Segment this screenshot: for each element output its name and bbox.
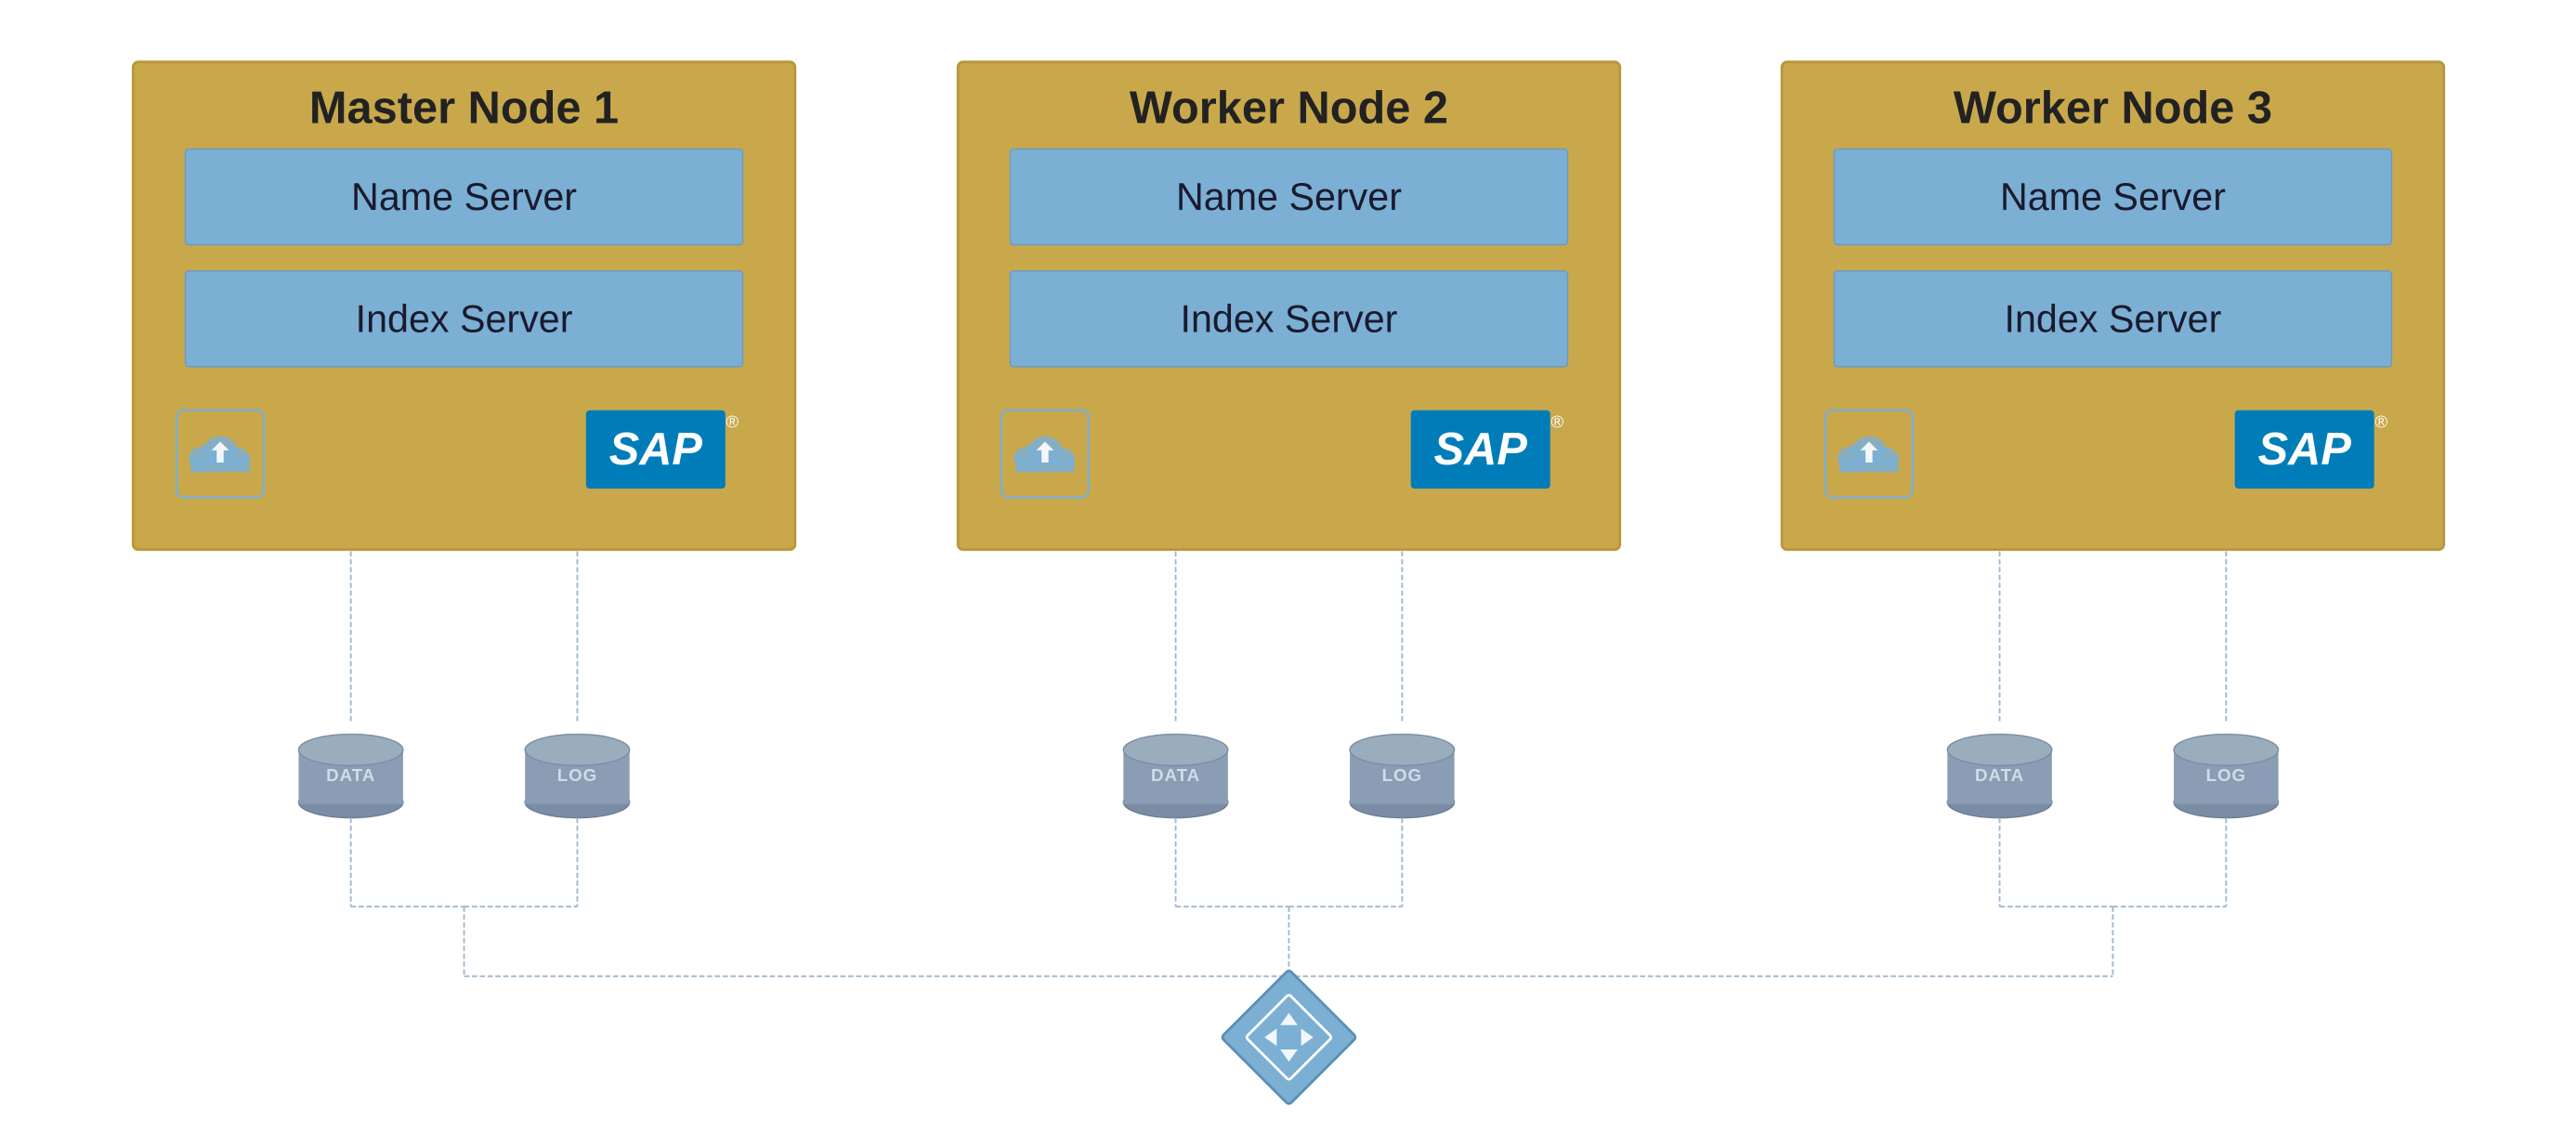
worker-node-2-title: Worker Node 2 xyxy=(1129,83,1447,133)
architecture-diagram: Master Node 1 Name Server Index Server S… xyxy=(81,10,2496,1125)
master-node-1-name-server-label: Name Server xyxy=(351,176,577,218)
master-node-1-data-label: DATA xyxy=(326,765,375,785)
worker-node-3-name-server-label: Name Server xyxy=(1999,176,2225,218)
master-node-1-index-server-label: Index Server xyxy=(355,297,572,340)
central-diamond xyxy=(1221,969,1356,1104)
worker-node-2-data-db-top xyxy=(1123,734,1228,765)
worker-node-3-title: Worker Node 3 xyxy=(1953,83,2271,133)
worker-node-2-data-label: DATA xyxy=(1151,765,1200,785)
master-node-1-log-label: LOG xyxy=(556,765,596,785)
master-node-1-sap-reg: ® xyxy=(726,411,739,431)
worker-node-2-log-db-top xyxy=(1350,734,1455,765)
worker-node-3-sap-text: SAP xyxy=(2257,424,2351,474)
worker-node-2-sap-reg: ® xyxy=(1550,411,1563,431)
master-node-1-log-db-top xyxy=(525,734,630,765)
worker-node-3-log-db-top xyxy=(2174,734,2279,765)
worker-node-3-index-server-label: Index Server xyxy=(2004,297,2221,340)
worker-node-2-log-label: LOG xyxy=(1381,765,1421,785)
worker-node-3-log-label: LOG xyxy=(2205,765,2245,785)
worker-node-2-index-server-label: Index Server xyxy=(1180,297,1397,340)
worker-node-3-data-label: DATA xyxy=(1975,765,2024,785)
master-node-1-sap-text: SAP xyxy=(608,424,702,474)
master-node-1-data-db-top xyxy=(298,734,403,765)
master-node-1-title: Master Node 1 xyxy=(308,83,618,133)
worker-node-3-sap-reg: ® xyxy=(2374,411,2387,431)
worker-node-2-sap-text: SAP xyxy=(1433,424,1527,474)
worker-node-3-data-db-top xyxy=(1947,734,2052,765)
worker-node-2-name-server-label: Name Server xyxy=(1175,176,1401,218)
